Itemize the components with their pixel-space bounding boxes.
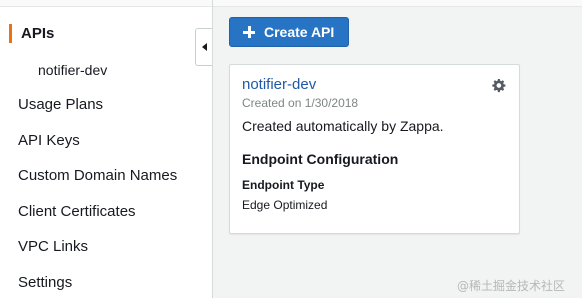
sidebar-top-divider: [0, 0, 212, 7]
plus-icon: [243, 26, 255, 38]
sidebar-item-custom-domain-names[interactable]: Custom Domain Names: [18, 167, 177, 184]
sidebar-item-apis[interactable]: APIs: [21, 25, 54, 42]
api-description: Created automatically by Zappa.: [242, 118, 444, 134]
sidebar-collapse-button[interactable]: [195, 28, 212, 66]
create-api-label: Create API: [264, 24, 335, 40]
active-indicator: [9, 24, 12, 43]
sidebar-nav: APIs notifier-dev Usage Plans API Keys C…: [0, 0, 213, 298]
sidebar-item-notifier-dev[interactable]: notifier-dev: [38, 62, 107, 78]
endpoint-config-heading: Endpoint Configuration: [242, 151, 399, 167]
gear-icon[interactable]: [491, 78, 506, 93]
api-card: notifier-dev Created on 1/30/2018 Create…: [229, 64, 520, 234]
main-top-divider: [213, 0, 582, 7]
sidebar-item-settings[interactable]: Settings: [18, 274, 72, 291]
chevron-left-icon: [202, 43, 207, 51]
endpoint-type-value: Edge Optimized: [242, 198, 328, 212]
create-api-button[interactable]: Create API: [229, 17, 349, 47]
created-date: Created on 1/30/2018: [242, 96, 359, 110]
sidebar-item-usage-plans[interactable]: Usage Plans: [18, 96, 103, 113]
watermark: @稀土掘金技术社区: [457, 279, 566, 293]
sidebar-item-api-keys[interactable]: API Keys: [18, 132, 80, 149]
endpoint-type-label: Endpoint Type: [242, 178, 325, 192]
sidebar-item-client-certificates[interactable]: Client Certificates: [18, 203, 136, 220]
sidebar-item-vpc-links[interactable]: VPC Links: [18, 238, 88, 255]
api-name-link[interactable]: notifier-dev: [242, 76, 316, 93]
